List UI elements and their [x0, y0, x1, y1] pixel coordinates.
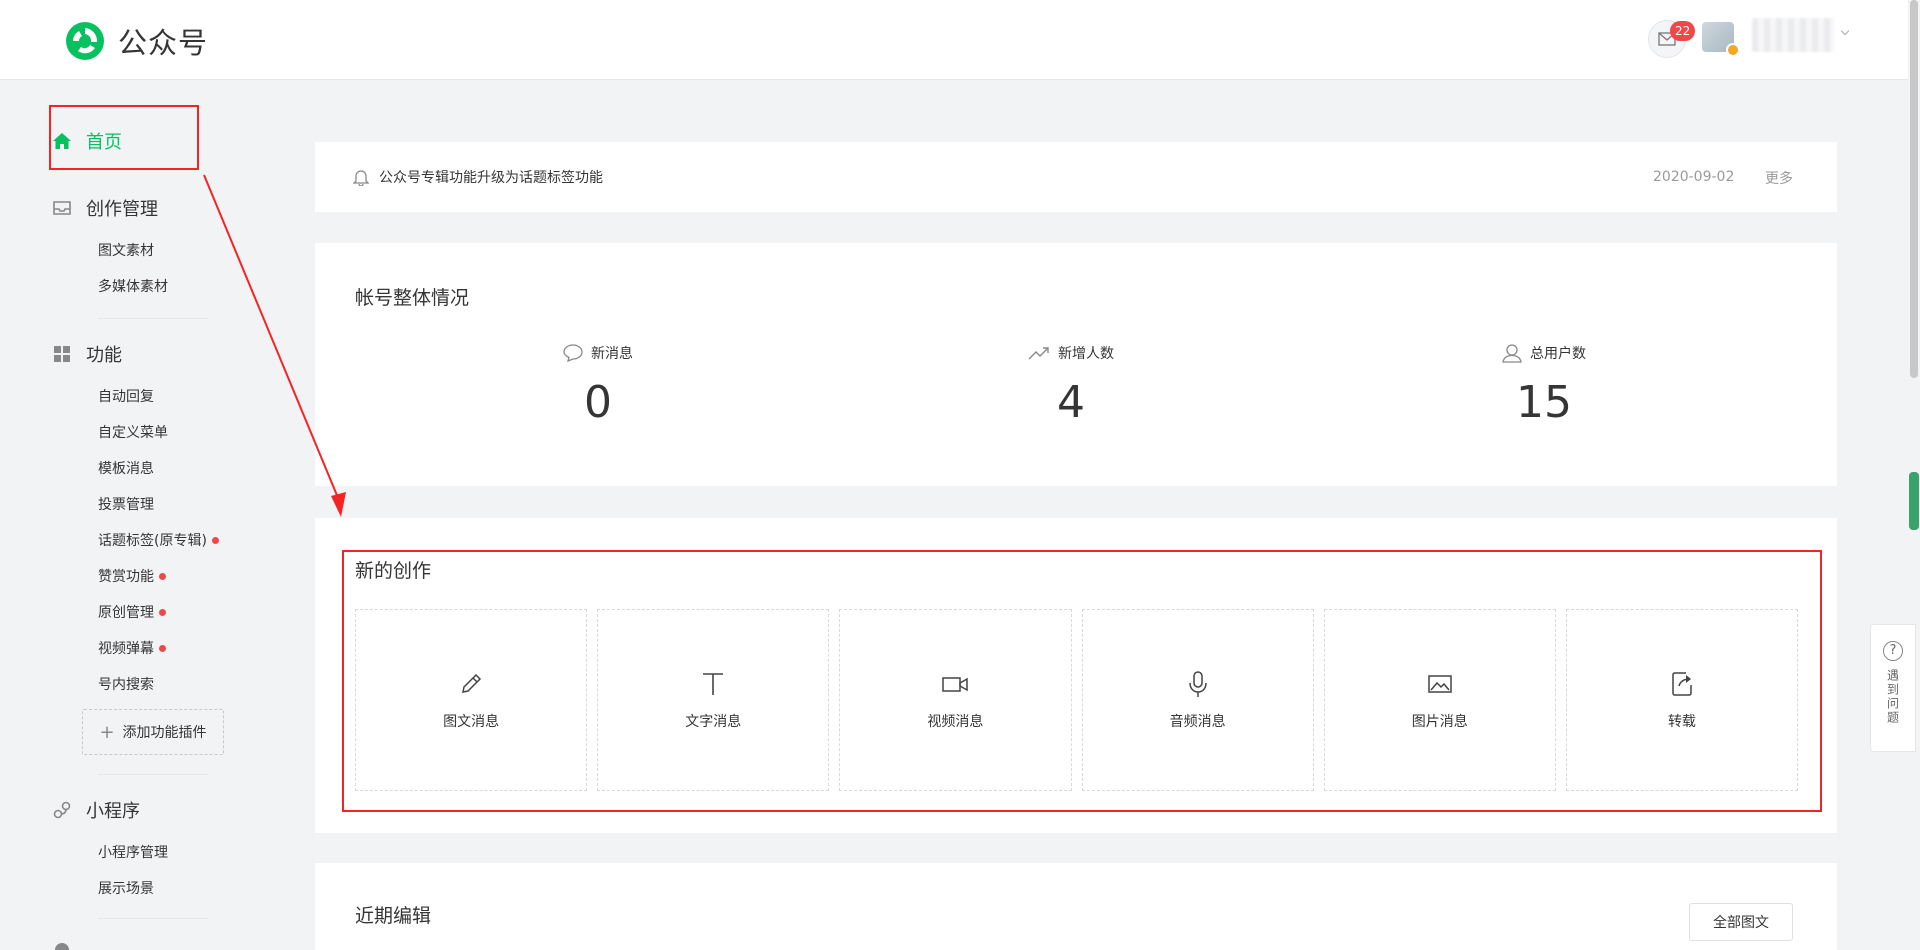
link-icon [52, 800, 72, 820]
chat-bubble-icon [563, 344, 583, 362]
share-icon [1670, 669, 1694, 699]
sidebar-item-label: 话题标签(原专辑) [98, 533, 207, 549]
sidebar-item-topic-tags[interactable]: 话题标签(原专辑) [98, 530, 219, 550]
bell-icon [353, 168, 369, 186]
new-creation-card: 新的创作 图文消息 文字消息 视频消息 音频消息 图片消息 转载 [315, 518, 1837, 833]
sidebar-section-features[interactable]: 功能 [52, 341, 122, 367]
grid-icon [52, 344, 72, 364]
help-widget[interactable]: ? 遇到问题 [1870, 624, 1916, 752]
sidebar-section-label: 功能 [86, 345, 122, 366]
create-text-tile[interactable]: 文字消息 [597, 609, 830, 791]
sidebar-item-media-materials[interactable]: 多媒体素材 [98, 276, 168, 296]
wechat-logo-icon [66, 22, 104, 60]
verified-icon [1726, 43, 1740, 57]
sidebar-item-video-danmaku[interactable]: 视频弹幕 [98, 638, 166, 658]
sidebar-item-custom-menu[interactable]: 自定义菜单 [98, 422, 168, 442]
tile-label: 图片消息 [1411, 714, 1468, 730]
scrollbar-thumb[interactable] [1910, 0, 1918, 378]
add-plugin-label: 添加功能插件 [122, 725, 207, 741]
trend-up-icon [1028, 345, 1050, 361]
notice-text[interactable]: 公众号专辑功能升级为话题标签功能 [379, 167, 603, 187]
sidebar-section-partial[interactable] [52, 940, 86, 950]
stat-label: 新消息 [591, 346, 633, 362]
sidebar-item-label: 原创管理 [98, 605, 154, 621]
new-dot-icon [211, 536, 219, 544]
image-icon [1427, 669, 1453, 699]
plus-icon: + [99, 721, 115, 743]
stat-value: 4 [1057, 377, 1085, 428]
new-dot-icon [159, 644, 166, 652]
user-icon [1502, 343, 1522, 363]
help-text: 遇到问题 [1885, 669, 1900, 725]
recent-edits-card: 近期编辑 全部图文 [315, 863, 1837, 950]
stat-total-users[interactable]: 总用户数 15 [1444, 343, 1644, 428]
tile-label: 转载 [1667, 714, 1696, 730]
create-article-tile[interactable]: 图文消息 [355, 609, 588, 791]
new-dot-icon [159, 572, 166, 580]
sidebar-item-reward[interactable]: 赞赏功能 [98, 566, 166, 586]
account-overview-card: 帐号整体情况 新消息 0 新增人数 4 总用户数 15 [315, 243, 1837, 486]
divider [98, 318, 208, 319]
sidebar-item-vote-management[interactable]: 投票管理 [98, 494, 154, 514]
create-audio-tile[interactable]: 音频消息 [1081, 609, 1314, 791]
all-articles-button[interactable]: 全部图文 [1689, 903, 1793, 941]
top-header: 公众号 22 [0, 0, 1920, 80]
sidebar-section-creation[interactable]: 创作管理 [52, 195, 158, 221]
sidebar-item-label: 视频弹幕 [98, 641, 154, 657]
divider [98, 774, 208, 775]
account-name-blurred[interactable] [1752, 18, 1834, 52]
sidebar-item-home[interactable]: 首页 [52, 128, 122, 154]
section-icon [52, 940, 72, 950]
sidebar-item-article-materials[interactable]: 图文素材 [98, 240, 154, 260]
stat-new-followers[interactable]: 新增人数 4 [971, 343, 1171, 428]
creation-tiles: 图文消息 文字消息 视频消息 音频消息 图片消息 转载 [355, 609, 1799, 791]
notice-date: 2020-09-02 [1653, 169, 1735, 185]
logo[interactable]: 公众号 [64, 20, 208, 62]
create-video-tile[interactable]: 视频消息 [839, 609, 1072, 791]
add-plugin-button[interactable]: + 添加功能插件 [82, 709, 224, 755]
tile-label: 文字消息 [685, 714, 742, 730]
inbox-icon [52, 198, 72, 218]
stat-new-messages[interactable]: 新消息 0 [498, 343, 698, 428]
home-icon [52, 131, 72, 151]
tile-label: 视频消息 [927, 714, 984, 730]
text-icon [700, 669, 726, 699]
sidebar-section-miniprogram[interactable]: 小程序 [52, 797, 140, 823]
sidebar-item-in-account-search[interactable]: 号内搜索 [98, 674, 154, 694]
app-title: 公众号 [118, 26, 209, 60]
stat-label: 新增人数 [1058, 346, 1114, 362]
overview-title: 帐号整体情况 [355, 287, 470, 309]
sidebar-item-display-scenes[interactable]: 展示场景 [98, 878, 154, 898]
chevron-down-icon[interactable] [1840, 26, 1850, 36]
sidebar-section-label: 创作管理 [86, 199, 158, 220]
sidebar-item-original[interactable]: 原创管理 [98, 602, 166, 622]
stat-value: 15 [1516, 377, 1572, 428]
side-green-tab[interactable] [1909, 472, 1919, 530]
create-image-tile[interactable]: 图片消息 [1323, 609, 1556, 791]
create-repost-tile[interactable]: 转载 [1565, 609, 1799, 791]
sidebar-item-miniprogram-management[interactable]: 小程序管理 [98, 842, 168, 862]
notice-more-link[interactable]: 更多 [1765, 168, 1793, 188]
tile-label: 图文消息 [443, 714, 500, 730]
sidebar-section-label: 小程序 [86, 801, 140, 822]
pencil-icon [458, 669, 484, 699]
question-icon: ? [1883, 641, 1903, 661]
new-dot-icon [159, 608, 166, 616]
sidebar-item-auto-reply[interactable]: 自动回复 [98, 386, 154, 406]
mail-count-badge: 22 [1670, 21, 1696, 41]
sidebar-item-template-message[interactable]: 模板消息 [98, 458, 154, 478]
tile-label: 音频消息 [1169, 714, 1226, 730]
stat-value: 0 [584, 377, 612, 428]
recent-title: 近期编辑 [355, 905, 432, 927]
divider [98, 918, 208, 919]
microphone-icon [1187, 669, 1209, 699]
creation-title: 新的创作 [355, 560, 432, 582]
notice-card: 公众号专辑功能升级为话题标签功能 2020-09-02 更多 [315, 142, 1837, 212]
sidebar-item-label: 赞赏功能 [98, 569, 154, 585]
sidebar-item-label: 首页 [86, 132, 122, 153]
stat-label: 总用户数 [1530, 346, 1586, 362]
video-icon [941, 669, 969, 699]
